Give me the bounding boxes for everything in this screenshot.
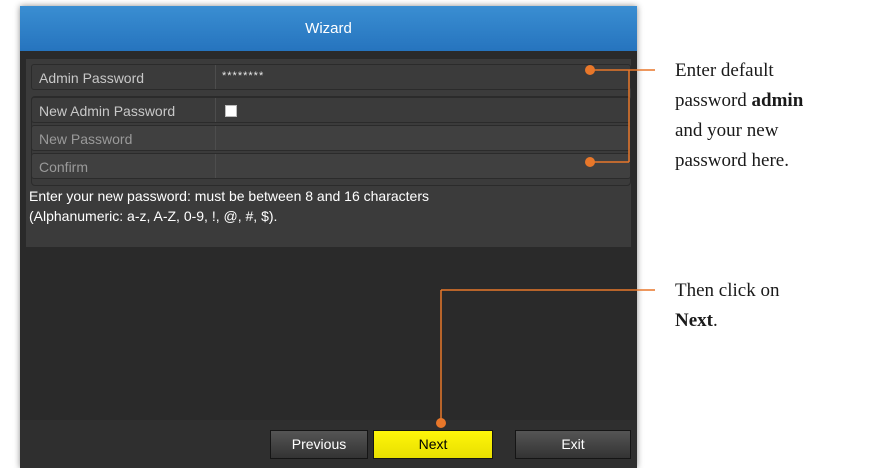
next-instruction-line-1: Then click on [675,280,780,301]
previous-button[interactable]: Previous [270,430,368,459]
new-admin-password-row: New Admin Password [31,97,631,123]
new-password-row: New Password [31,125,631,151]
next-instructions: Then click on Next. [675,276,779,336]
next-button[interactable]: Next [373,430,493,459]
wizard-dialog: Wizard Admin Password ******** New Admin… [20,6,637,468]
admin-password-input[interactable]: ******** [222,65,622,91]
new-password-label: New Password [39,131,133,147]
instruction-line-3: and your new [675,120,779,141]
new-admin-password-checkbox[interactable] [225,105,237,117]
instruction-line-2: password admin [675,86,803,116]
confirm-row: Confirm [31,153,631,179]
new-password-input[interactable] [222,126,622,152]
new-admin-password-label: New Admin Password [39,103,176,119]
new-password-group: New Admin Password New Password Confirm [31,96,631,186]
instruction-admin-bold: admin [751,90,804,111]
next-instruction-bold: Next [675,310,713,331]
row-divider [215,126,216,150]
admin-password-row: Admin Password ******** [31,64,631,90]
password-panel: Admin Password ******** New Admin Passwo… [26,59,631,247]
window-title: Wizard [20,6,637,51]
instruction-line-4: password here. [675,150,789,171]
exit-button[interactable]: Exit [515,430,631,459]
hint-line-2: (Alphanumeric: a-z, A-Z, 0-9, !, @, #, $… [29,208,278,224]
row-divider [215,65,216,89]
password-instructions: Enter default password admin and your ne… [675,56,803,176]
row-divider [215,154,216,178]
instruction-line-1: Enter default [675,60,774,81]
confirm-password-input[interactable] [222,154,622,180]
next-instruction-line-2: Next. [675,306,779,336]
row-divider [215,98,216,122]
hint-line-1: Enter your new password: must be between… [29,188,429,204]
confirm-label: Confirm [39,159,89,175]
admin-password-label: Admin Password [39,70,145,86]
next-instruction-period: . [712,310,718,331]
password-hint: Enter your new password: must be between… [29,186,629,226]
button-bar: Previous Next Exit [20,420,637,468]
instruction-text: password [675,90,752,111]
